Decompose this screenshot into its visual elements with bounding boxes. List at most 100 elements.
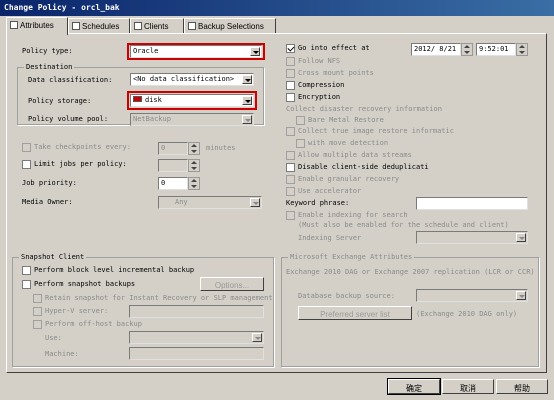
chevron-down-icon[interactable] <box>242 75 252 84</box>
cancel-button[interactable]: 取消 <box>442 379 494 394</box>
limit-jobs-input[interactable] <box>158 159 188 172</box>
tab-clients[interactable]: Clients <box>130 18 184 34</box>
move-detection-checkbox[interactable] <box>296 139 305 148</box>
disable-dedup-checkbox[interactable] <box>286 163 295 172</box>
hyperv-checkbox[interactable] <box>33 307 42 316</box>
block-level-checkbox[interactable] <box>22 266 31 275</box>
destination-title: Destination <box>24 63 75 71</box>
highlight-box <box>127 91 257 110</box>
backup-selections-icon <box>188 22 196 30</box>
job-priority-input[interactable]: 0 <box>158 177 188 190</box>
indexing-note: (Must also be enabled for the schedule a… <box>298 221 509 229</box>
limit-jobs-spinner[interactable] <box>188 159 200 172</box>
policy-type-label: Policy type: <box>22 47 73 55</box>
snapshot-backups-checkbox[interactable] <box>22 280 31 289</box>
checkpoints-spinner[interactable] <box>188 142 200 155</box>
ok-button[interactable]: 确定 <box>387 378 441 395</box>
highlight-box <box>127 43 265 60</box>
encryption-checkbox[interactable] <box>286 93 295 102</box>
limit-jobs-label: Limit jobs per policy: <box>34 160 127 168</box>
limit-jobs-checkbox[interactable] <box>22 160 31 169</box>
hyperv-label: Hyper-V server: <box>45 307 109 315</box>
chevron-down-icon[interactable] <box>242 115 252 124</box>
preferred-server-list-button[interactable]: Preferred server list <box>298 306 412 320</box>
dag-only-label: (Exchange 2010 DAG only) <box>416 310 518 318</box>
schedules-icon <box>72 22 80 30</box>
granular-recovery-checkbox[interactable] <box>286 175 295 184</box>
effective-date-input[interactable]: 2012/ 8/21 <box>411 43 461 56</box>
block-level-label: Perform block level incremental backup <box>34 266 195 274</box>
effective-time-value: 9:52:01 <box>479 45 509 53</box>
minutes-label: minutes <box>206 144 236 152</box>
accelerator-label: Use accelerator <box>298 187 362 195</box>
machine-input[interactable] <box>129 347 264 360</box>
collect-tir-label: Collect true image restore informatic <box>298 127 454 135</box>
keyword-input[interactable] <box>416 197 528 210</box>
date-spinner[interactable] <box>461 43 473 56</box>
chevron-down-icon[interactable] <box>516 233 526 242</box>
retain-snapshot-checkbox[interactable] <box>33 294 42 303</box>
keyword-label: Keyword phrase: <box>286 199 350 207</box>
time-spinner[interactable] <box>516 43 528 56</box>
effective-time-input[interactable]: 9:52:01 <box>476 43 516 56</box>
take-checkpoints-checkbox[interactable] <box>22 143 31 152</box>
job-priority-label: Job priority: <box>22 179 77 187</box>
collect-tir-checkbox[interactable] <box>286 127 295 136</box>
collect-dr-label: Collect disaster recovery information <box>286 105 442 113</box>
chevron-down-icon[interactable] <box>250 198 260 207</box>
accelerator-checkbox[interactable] <box>286 187 295 196</box>
exchange-title: Microsoft Exchange Attributes <box>288 253 415 261</box>
media-owner-select[interactable]: Any <box>158 196 262 209</box>
tab-schedules[interactable]: Schedules <box>68 18 130 34</box>
snapshot-backups-label: Perform snapshot backups <box>34 280 136 288</box>
granular-recovery-label: Enable granular recovery <box>298 175 400 183</box>
hyperv-input[interactable] <box>129 305 264 318</box>
enable-indexing-label: Enable indexing for search <box>298 211 408 219</box>
exchange-description: Exchange 2010 DAG or Exchange 2007 repli… <box>286 268 535 276</box>
help-button[interactable]: 帮助 <box>496 379 548 394</box>
tab-label: Clients <box>144 22 169 31</box>
checkpoints-input[interactable]: 0 <box>158 142 188 155</box>
go-into-effect-checkbox[interactable] <box>286 44 295 53</box>
offhost-label: Perform off-host backup <box>45 320 142 328</box>
data-classification-select[interactable]: <No data classification> <box>130 73 254 86</box>
indexing-server-label: Indexing Server <box>298 234 362 242</box>
clients-icon <box>134 22 142 30</box>
machine-label: Machine: <box>45 350 79 358</box>
multiple-streams-label: Allow multiple data streams <box>298 151 412 159</box>
use-label: Use: <box>45 334 62 342</box>
options-button[interactable]: Options... <box>200 277 264 291</box>
indexing-server-select[interactable] <box>416 231 528 244</box>
cross-mount-checkbox[interactable] <box>286 69 295 78</box>
cross-mount-label: Cross mount points <box>298 69 374 77</box>
job-priority-spinner[interactable] <box>188 177 200 190</box>
follow-nfs-checkbox[interactable] <box>286 57 295 66</box>
offhost-checkbox[interactable] <box>33 320 42 329</box>
data-classification-value: <No data classification> <box>133 75 235 83</box>
go-into-effect-label: Go into effect at <box>298 44 370 52</box>
compression-checkbox[interactable] <box>286 81 295 90</box>
retain-snapshot-label: Retain snapshot for Instant Recovery or … <box>45 294 273 302</box>
multiple-streams-checkbox[interactable] <box>286 151 295 160</box>
encryption-label: Encryption <box>298 93 341 101</box>
bare-metal-checkbox[interactable] <box>296 116 305 125</box>
tab-label: Backup Selections <box>198 22 264 31</box>
policy-volume-pool-select[interactable]: NetBackup <box>130 113 254 126</box>
media-owner-label: Media Owner: <box>22 198 73 206</box>
tab-attributes[interactable]: Attributes <box>6 17 68 35</box>
media-owner-value: Any <box>175 198 188 206</box>
use-select[interactable] <box>129 331 264 344</box>
db-backup-source-select[interactable] <box>416 289 528 302</box>
bare-metal-label: Bare Metal Restore <box>308 116 384 124</box>
checkpoints-value: 0 <box>161 144 166 152</box>
title-bar: Change Policy - orcl_bak <box>0 0 554 16</box>
tab-backup-selections[interactable]: Backup Selections <box>184 18 276 34</box>
attributes-icon <box>10 21 18 29</box>
take-checkpoints-label: Take checkpoints every: <box>34 143 131 151</box>
follow-nfs-label: Follow NFS <box>298 57 341 65</box>
chevron-down-icon[interactable] <box>252 333 262 342</box>
disable-dedup-label: Disable client-side deduplicati <box>298 163 429 171</box>
enable-indexing-checkbox[interactable] <box>286 211 295 220</box>
db-backup-source-label: Database backup source: <box>298 292 395 300</box>
chevron-down-icon[interactable] <box>516 291 526 300</box>
